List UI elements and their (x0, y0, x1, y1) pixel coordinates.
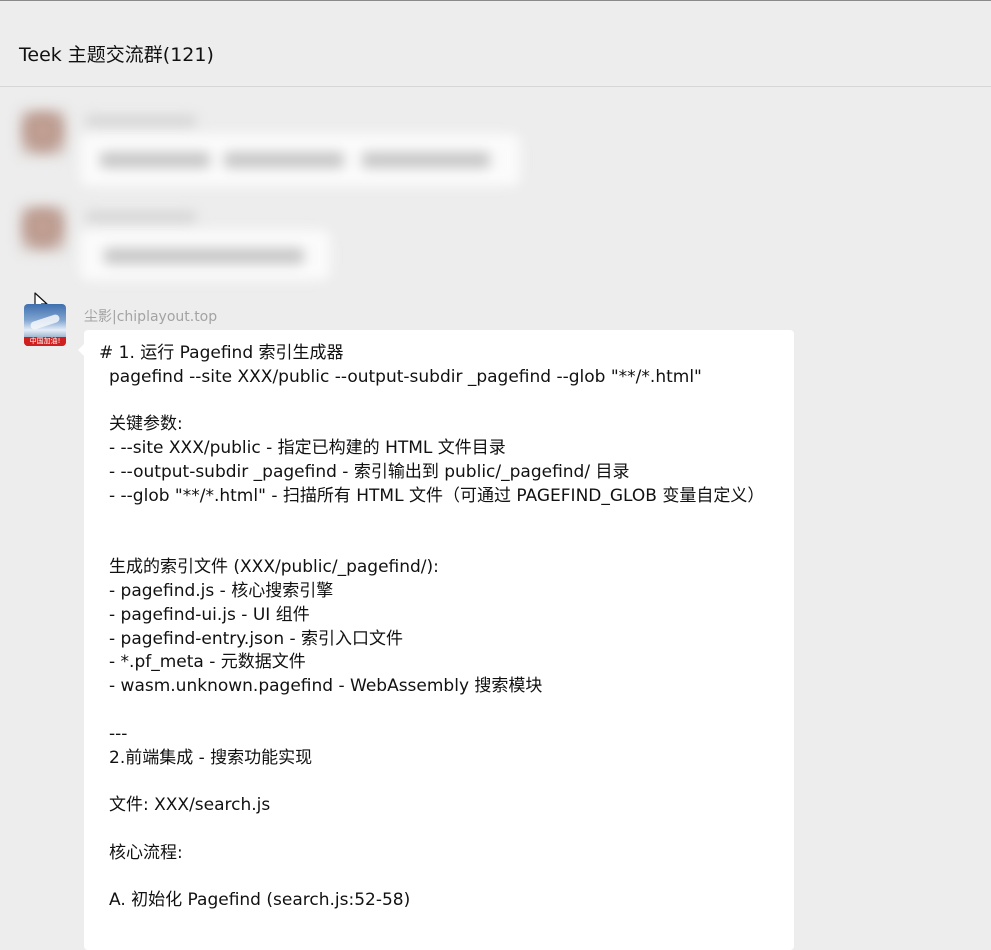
message-line: 关键参数: (109, 414, 183, 435)
message-line: - wasm.unknown.pagefind - WebAssembly 搜索… (109, 676, 543, 697)
chat-header: Teek 主题交流群(121) (0, 1, 991, 87)
message-line: 核心流程: (109, 842, 183, 863)
message-line: - --glob "**/*.html" - 扫描所有 HTML 文件（可通过 … (109, 485, 765, 506)
sender-name[interactable]: 尘影|chiplayout.top (84, 306, 217, 326)
message-bubble[interactable]: # 1. 运行 Pagefind 索引生成器 pagefind --site XX… (84, 330, 794, 950)
airplane-icon (29, 313, 61, 331)
message-line: A. 初始化 Pagefind (search.js:52-58) (109, 890, 411, 911)
chat-title: Teek 主题交流群(121) (19, 44, 214, 66)
message-line: - *.pf_meta - 元数据文件 (109, 652, 306, 673)
blurred-sender-name (86, 116, 196, 126)
message-line: 2.前端集成 - 搜索功能实现 (109, 747, 313, 768)
blurred-message-1 (0, 98, 560, 198)
message-line: 文件: XXX/search.js (109, 795, 271, 816)
blurred-avatar (20, 206, 66, 252)
blurred-avatar (20, 110, 66, 156)
message-line: - --site XXX/public - 指定已构建的 HTML 文件目录 (109, 438, 506, 459)
blurred-sender-name (86, 212, 196, 222)
message-line: --- (109, 723, 128, 744)
blurred-text (224, 152, 344, 168)
message-line: - --output-subdir _pagefind - 索引输出到 publ… (109, 462, 630, 482)
avatar-badge: 中国加油! (24, 337, 66, 346)
blurred-text (362, 152, 490, 168)
message-line: # 1. 运行 Pagefind 索引生成器 (99, 343, 344, 363)
blurred-text (100, 152, 210, 168)
sender-avatar[interactable]: 中国加油! (24, 304, 66, 346)
message-line: - pagefind-entry.json - 索引入口文件 (109, 628, 404, 649)
blurred-message-2 (0, 194, 400, 284)
blurred-text (104, 248, 304, 264)
message-line: 生成的索引文件 (XXX/public/_pagefind/): (109, 557, 439, 578)
message-line: - pagefind.js - 核心搜索引擎 (109, 581, 334, 601)
message-line: pagefind --site XXX/public --output-subd… (109, 366, 702, 387)
message-line: - pagefind-ui.js - UI 组件 (109, 604, 310, 625)
